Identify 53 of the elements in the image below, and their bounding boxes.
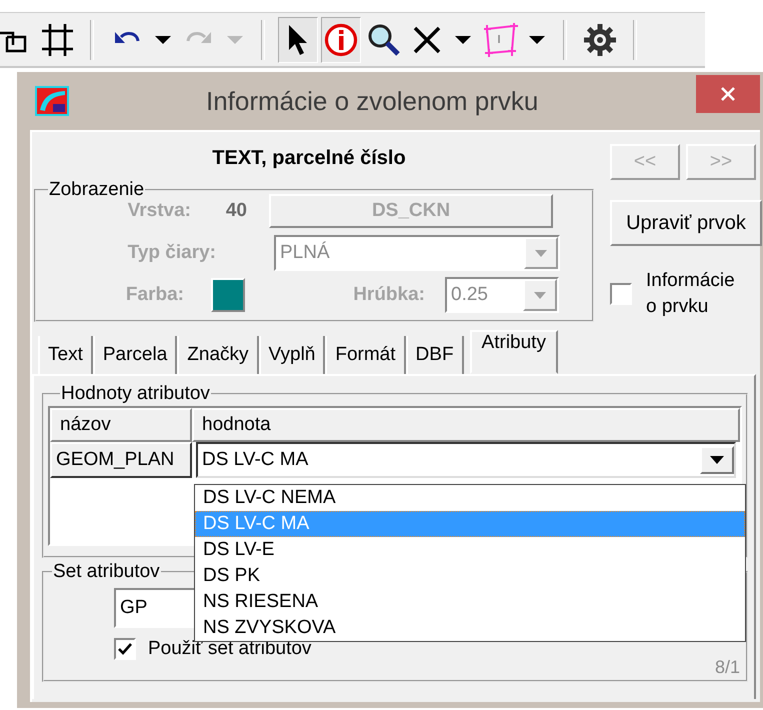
pointer-icon bbox=[287, 24, 309, 56]
group-title: Zobrazenie bbox=[48, 182, 146, 198]
group-title: Hodnoty atributov bbox=[60, 386, 211, 402]
layer-label: Vrstva: bbox=[126, 200, 191, 222]
thickness-value: 0.25 bbox=[450, 283, 489, 307]
cross-icon bbox=[412, 24, 442, 54]
gear-icon bbox=[583, 22, 617, 56]
dropdown-option[interactable]: DS PK bbox=[195, 563, 745, 589]
thickness-label: Hrúbka: bbox=[352, 284, 425, 306]
caret-icon bbox=[455, 34, 471, 44]
toolbar-button[interactable] bbox=[278, 16, 318, 62]
checkbox[interactable] bbox=[610, 283, 632, 305]
window-title: Informácie o zvolenom prvku bbox=[206, 86, 538, 116]
dropdown-button[interactable] bbox=[700, 446, 734, 474]
record-counter: 8/1 bbox=[714, 657, 740, 678]
dropdown-option[interactable]: DS LV-E bbox=[195, 537, 745, 563]
line-type-value: PLNÁ bbox=[279, 240, 331, 265]
dropdown-value: DS LV-C MA bbox=[201, 449, 310, 471]
edit-element-button[interactable]: Upraviť prvok bbox=[610, 200, 762, 246]
close-icon bbox=[720, 86, 736, 102]
caret-icon bbox=[534, 292, 546, 298]
element-heading: TEXT, parcelné číslo bbox=[211, 146, 407, 170]
caret-icon bbox=[529, 34, 545, 44]
info-icon bbox=[324, 22, 358, 56]
search-icon bbox=[367, 22, 401, 56]
dropdown-option[interactable]: DS LV-C NEMA bbox=[195, 485, 745, 511]
tab[interactable]: Text bbox=[38, 336, 93, 374]
app-icon bbox=[35, 86, 69, 116]
checkbox-label: Informácie o prvku bbox=[646, 269, 736, 319]
close-button[interactable] bbox=[696, 75, 760, 113]
group-title: Set atributov bbox=[52, 564, 161, 580]
checkbox-label: Použiť set atributov bbox=[148, 638, 312, 660]
tab[interactable]: Formát bbox=[325, 336, 406, 374]
checkmark-icon bbox=[118, 643, 132, 655]
color-label: Farba: bbox=[124, 284, 184, 306]
column-header: hodnota bbox=[192, 408, 740, 442]
checkbox[interactable] bbox=[114, 638, 136, 660]
attribute-name-cell: GEOM_PLAN bbox=[50, 442, 192, 478]
caret-icon bbox=[710, 456, 724, 464]
tab[interactable]: DBF bbox=[406, 336, 464, 374]
value-dropdown[interactable]: DS LV-C MA bbox=[196, 442, 736, 478]
tab[interactable]: Vyplň bbox=[258, 336, 326, 374]
layer-number: 40 bbox=[224, 200, 247, 222]
column-header: názov bbox=[50, 408, 192, 442]
line-type-label: Typ čiary: bbox=[126, 242, 216, 264]
caret-icon bbox=[155, 34, 171, 44]
caret-icon bbox=[227, 34, 243, 44]
tab[interactable]: Parcela bbox=[92, 336, 178, 374]
caret-icon bbox=[535, 250, 547, 256]
polygon-icon bbox=[482, 22, 518, 56]
tab[interactable]: Atributy bbox=[470, 330, 558, 374]
grid-icon bbox=[40, 22, 74, 58]
tab[interactable]: Značky bbox=[177, 336, 259, 374]
